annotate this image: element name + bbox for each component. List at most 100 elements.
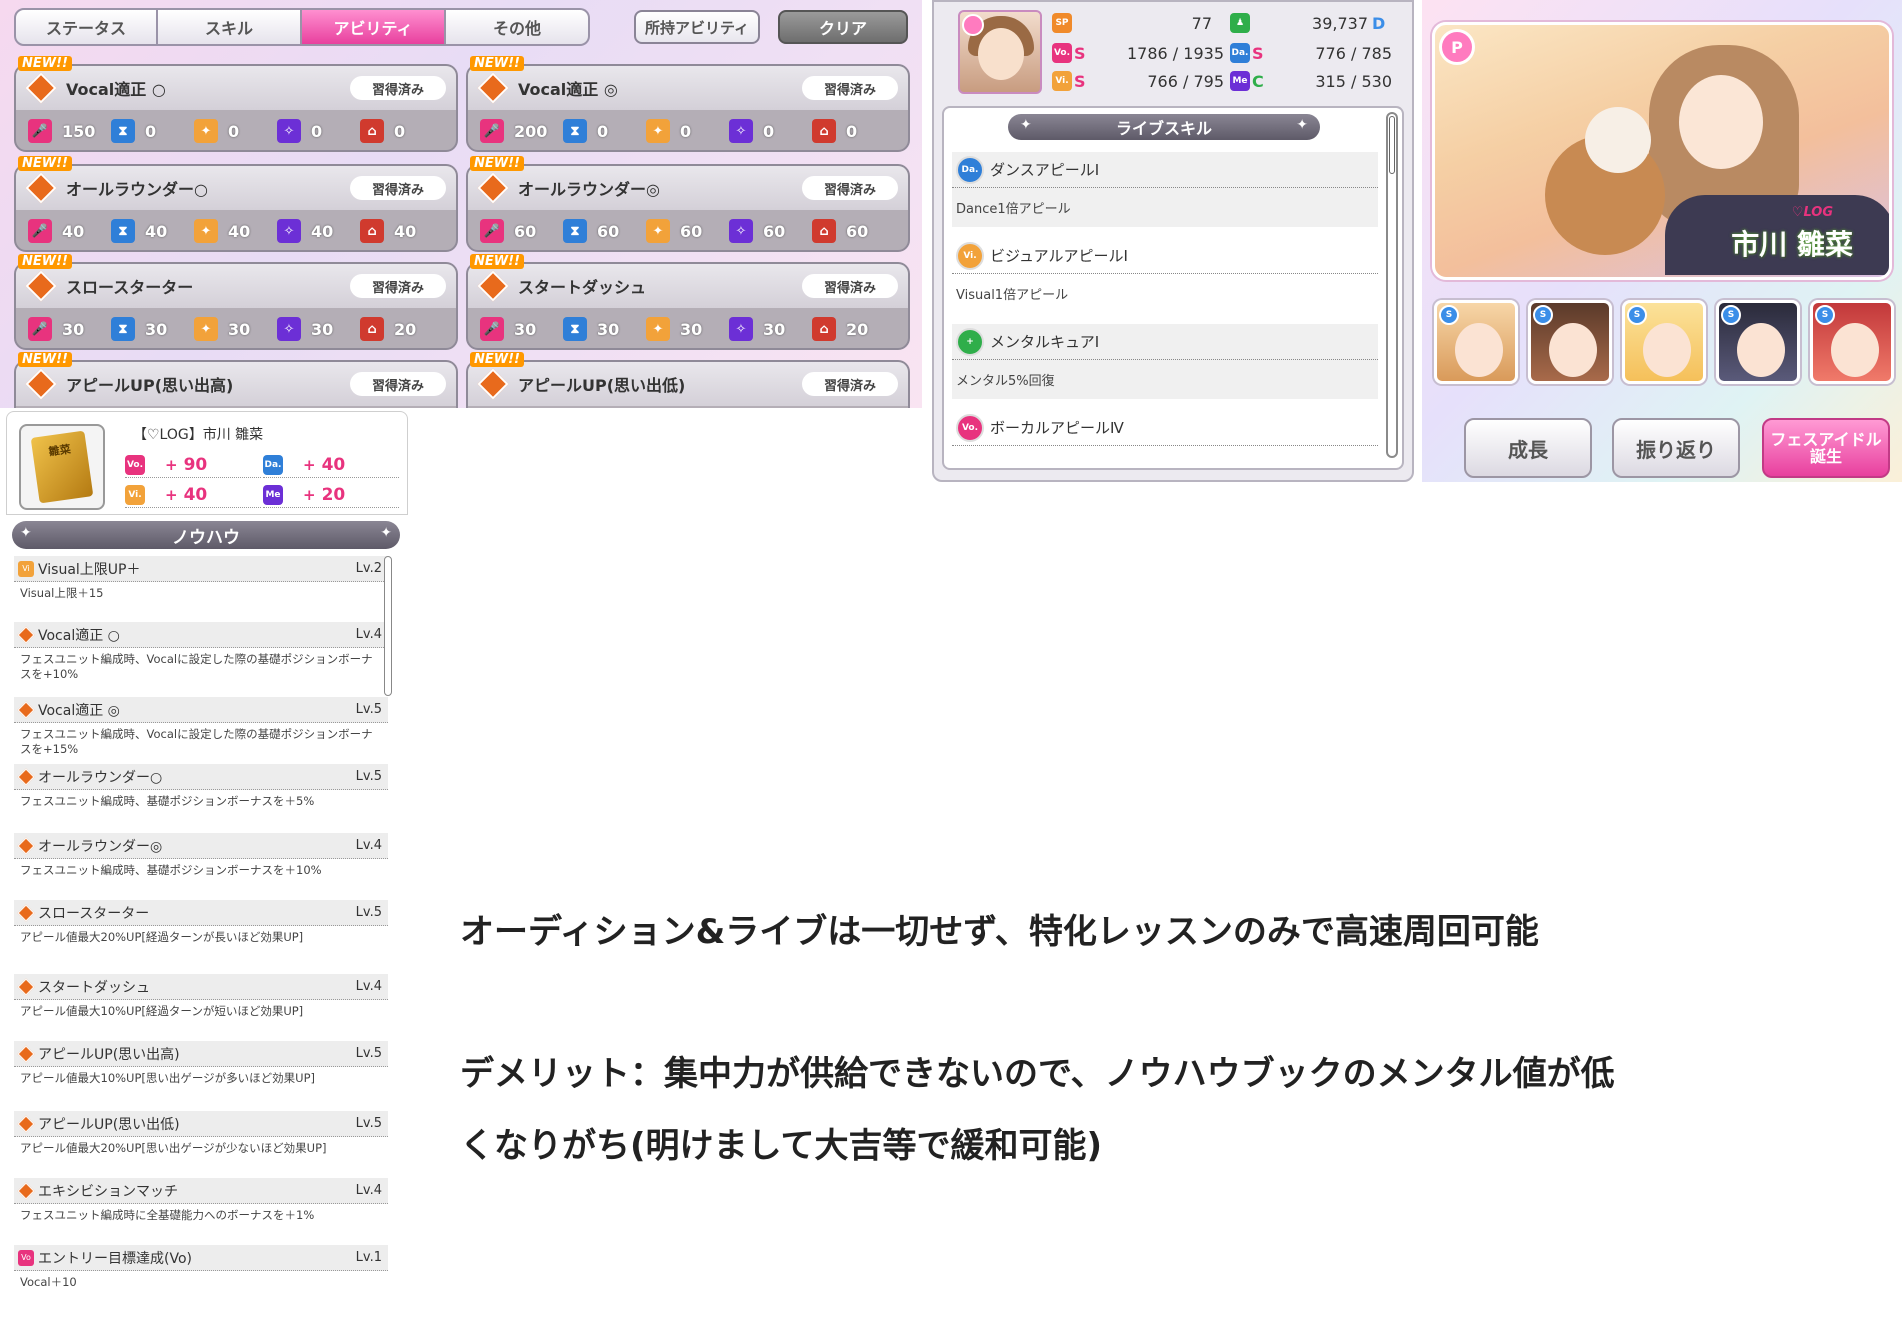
live-skill-item[interactable]: Da. ダンスアピールⅠ Dance1倍アピール xyxy=(952,152,1378,227)
ability-stat: ✦ 30 xyxy=(194,317,277,341)
ability-card[interactable]: オールラウンダー◎ 習得済み 🎤 60 ⧗ 60 ✦ 60 ✧ 60 ⌂ 60 xyxy=(466,164,910,252)
tab-status[interactable]: ステータス xyxy=(14,8,158,46)
ability-stat-value: 150 xyxy=(62,121,96,141)
producer-badge-icon: P xyxy=(1439,29,1475,65)
ability-stat-value: 60 xyxy=(597,221,620,241)
support-idol-thumb[interactable]: S xyxy=(1716,300,1800,384)
ability-diamond-icon xyxy=(17,701,35,718)
live-skill-item[interactable]: Vo. ボーカルアピールⅣ xyxy=(952,410,1378,466)
knowhow-item[interactable]: アピールUP(思い出高) Lv.5 アピール値最大10%UP[思い出ゲージが多い… xyxy=(14,1041,388,1101)
vocal-icon: 🎤 xyxy=(28,317,52,341)
tab-ability[interactable]: アビリティ xyxy=(302,8,446,46)
ability-stat-value: 60 xyxy=(680,221,703,241)
dance-icon: ⧗ xyxy=(563,317,587,341)
ability-name: アピールUP(思い出低) xyxy=(518,376,686,395)
ability-stat-value: 30 xyxy=(228,319,251,339)
knowhow-item-level: Lv.4 xyxy=(355,838,382,853)
ability-stat-value: 30 xyxy=(311,319,334,339)
ability-stat-value: 40 xyxy=(394,221,417,241)
sp-icon: ⌂ xyxy=(360,119,384,143)
new-badge: NEW!! xyxy=(18,254,72,269)
knowhow-item-header: スロースターター Lv.5 xyxy=(14,900,388,926)
mental-icon: ✧ xyxy=(277,317,301,341)
support-badge-icon: S xyxy=(1439,305,1459,325)
learned-badge: 習得済み xyxy=(802,76,898,100)
knowhow-item-name: アピールUP(思い出高) xyxy=(38,1046,180,1063)
card-art-bear-face xyxy=(1585,107,1651,173)
book-summary: 雛菜 【♡LOG】市川 雛菜 Vo. + 90 Da. + 40 Vi. + 4… xyxy=(6,411,408,515)
ability-stat: ✦ 30 xyxy=(646,317,729,341)
knowhow-item[interactable]: Vo エントリー目標達成(Vo) Lv.1 Vocal＋10 xyxy=(14,1245,388,1291)
thumb-face xyxy=(1549,323,1597,377)
live-skill-item[interactable]: + メンタルキュアⅠ メンタル5%回復 xyxy=(952,324,1378,399)
support-idol-thumb[interactable]: S xyxy=(1528,300,1612,384)
knowhow-item[interactable]: Vocal適正 ○ Lv.4 フェスユニット編成時、Vocalに設定した際の基礎… xyxy=(14,622,388,690)
ability-stat: ⧗ 30 xyxy=(563,317,646,341)
growth-button[interactable]: 成長 xyxy=(1464,418,1592,478)
knowhow-item-name: エントリー目標達成(Vo) xyxy=(38,1250,192,1267)
knowhow-header: ✦ ノウハウ ✦ xyxy=(12,521,400,549)
da-value: 776 / 785 xyxy=(1315,43,1392,63)
live-skill-header-row: + メンタルキュアⅠ xyxy=(952,324,1378,360)
ability-card[interactable]: アピールUP(思い出低) 習得済み xyxy=(466,360,910,408)
knowhow-item[interactable]: スタートダッシュ Lv.4 アピール値最大10%UP[経過ターンが短いほど効果U… xyxy=(14,974,388,1034)
owned-ability-button[interactable]: 所持アビリティ xyxy=(634,10,760,44)
ability-stat-value: 0 xyxy=(597,121,609,141)
tab-skill[interactable]: スキル xyxy=(158,8,302,46)
ability-stats xyxy=(468,406,908,408)
knowhow-item[interactable]: アピールUP(思い出低) Lv.5 アピール値最大20%UP[思い出ゲージが少な… xyxy=(14,1111,388,1171)
tab-bar: ステータス スキル アビリティ その他 xyxy=(14,8,590,46)
visual-icon: ✦ xyxy=(646,219,670,243)
ability-card[interactable]: アピールUP(思い出高) 習得済み xyxy=(14,360,458,408)
tab-other[interactable]: その他 xyxy=(446,8,590,46)
ability-stat-value: 40 xyxy=(311,221,334,241)
knowhow-item[interactable]: Vi Visual上限UP＋ Lv.2 Visual上限＋15 xyxy=(14,556,388,614)
sparkle-icon: ✦ xyxy=(20,525,32,541)
knowhow-item[interactable]: オールラウンダー◎ Lv.4 フェスユニット編成時、基礎ポジションボーナスを＋1… xyxy=(14,833,388,893)
knowhow-item-header: アピールUP(思い出高) Lv.5 xyxy=(14,1041,388,1067)
knowhow-item-desc: アピール値最大10%UP[思い出ゲージが多いほど効果UP] xyxy=(20,1071,316,1085)
knowhow-item[interactable]: スロースターター Lv.5 アピール値最大20%UP[経過ターンが長いほど効果U… xyxy=(14,900,388,960)
live-skill-name: ダンスアピールⅠ xyxy=(990,161,1100,179)
ability-stats: 🎤 30 ⧗ 30 ✦ 30 ✧ 30 ⌂ 20 xyxy=(468,308,908,348)
fes-idol-birth-button[interactable]: フェスアイドル誕生 xyxy=(1762,418,1890,478)
visual-icon: Vi. xyxy=(1052,71,1072,91)
support-badge-icon: S xyxy=(1815,305,1835,325)
support-idol-thumb[interactable]: S xyxy=(1622,300,1706,384)
knowhow-scrollbar[interactable] xyxy=(384,556,392,696)
knowhow-item-header: オールラウンダー○ Lv.5 xyxy=(14,764,388,790)
knowhow-item-desc: アピール値最大10%UP[経過ターンが短いほど効果UP] xyxy=(20,1004,304,1018)
scroll-thumb[interactable] xyxy=(1389,116,1395,174)
clear-button[interactable]: クリア xyxy=(778,10,908,44)
ability-card[interactable]: Vocal適正 ○ 習得済み 🎤 150 ⧗ 0 ✦ 0 ✧ 0 ⌂ 0 xyxy=(14,64,458,152)
knowhow-item[interactable]: エキシビションマッチ Lv.4 フェスユニット編成時に全基礎能力へのボーナスを＋… xyxy=(14,1178,388,1238)
thumb-face xyxy=(1831,323,1879,377)
ability-name: アピールUP(思い出高) xyxy=(66,376,234,395)
dance-icon: Da. xyxy=(263,454,283,475)
knowhow-item-name: Visual上限UP＋ xyxy=(38,561,141,578)
ability-card[interactable]: オールラウンダー○ 習得済み 🎤 40 ⧗ 40 ✦ 40 ✧ 40 ⌂ 40 xyxy=(14,164,458,252)
ability-card-header: オールラウンダー◎ 習得済み xyxy=(468,166,908,210)
support-idol-thumb[interactable]: S xyxy=(1434,300,1518,384)
live-skill-item[interactable]: Vi. ビジュアルアピールⅠ Visual1倍アピール xyxy=(952,238,1378,313)
ability-stat: ⧗ 0 xyxy=(111,119,194,143)
ability-card[interactable]: スタートダッシュ 習得済み 🎤 30 ⧗ 30 ✦ 30 ✧ 30 ⌂ 20 xyxy=(466,262,910,350)
vo-rank: S xyxy=(1074,43,1086,63)
support-idol-thumb[interactable]: S xyxy=(1810,300,1894,384)
knowhow-item[interactable]: Vocal適正 ◎ Lv.5 フェスユニット編成時、Vocalに設定した際の基礎… xyxy=(14,697,388,757)
live-skill-list[interactable]: ✦ ライブスキル ✦ Da. ダンスアピールⅠ Dance1倍アピール Vi. … xyxy=(942,106,1404,470)
ability-stats: 🎤 60 ⧗ 60 ✦ 60 ✧ 60 ⌂ 60 xyxy=(468,210,908,250)
ability-card[interactable]: スロースターター 習得済み 🎤 30 ⧗ 30 ✦ 30 ✧ 30 ⌂ 20 xyxy=(14,262,458,350)
knowhow-item-level: Lv.1 xyxy=(355,1250,382,1265)
ability-card-header: Vocal適正 ◎ 習得済み xyxy=(468,66,908,110)
knowhow-item[interactable]: オールラウンダー○ Lv.5 フェスユニット編成時、基礎ポジションボーナスを＋5… xyxy=(14,764,388,824)
new-badge: NEW!! xyxy=(470,352,524,367)
live-skill-name: メンタルキュアⅠ xyxy=(990,333,1100,351)
review-button[interactable]: 振り返り xyxy=(1612,418,1740,478)
live-skill-scrollbar[interactable] xyxy=(1386,112,1398,458)
new-badge: NEW!! xyxy=(470,156,524,171)
idol-card-art[interactable]: P ♡LOG 市川 雛菜 xyxy=(1432,22,1892,280)
idol-portrait[interactable] xyxy=(958,10,1042,94)
ability-card[interactable]: Vocal適正 ◎ 習得済み 🎤 200 ⧗ 0 ✦ 0 ✧ 0 ⌂ 0 xyxy=(466,64,910,152)
ability-stat-value: 0 xyxy=(846,121,858,141)
